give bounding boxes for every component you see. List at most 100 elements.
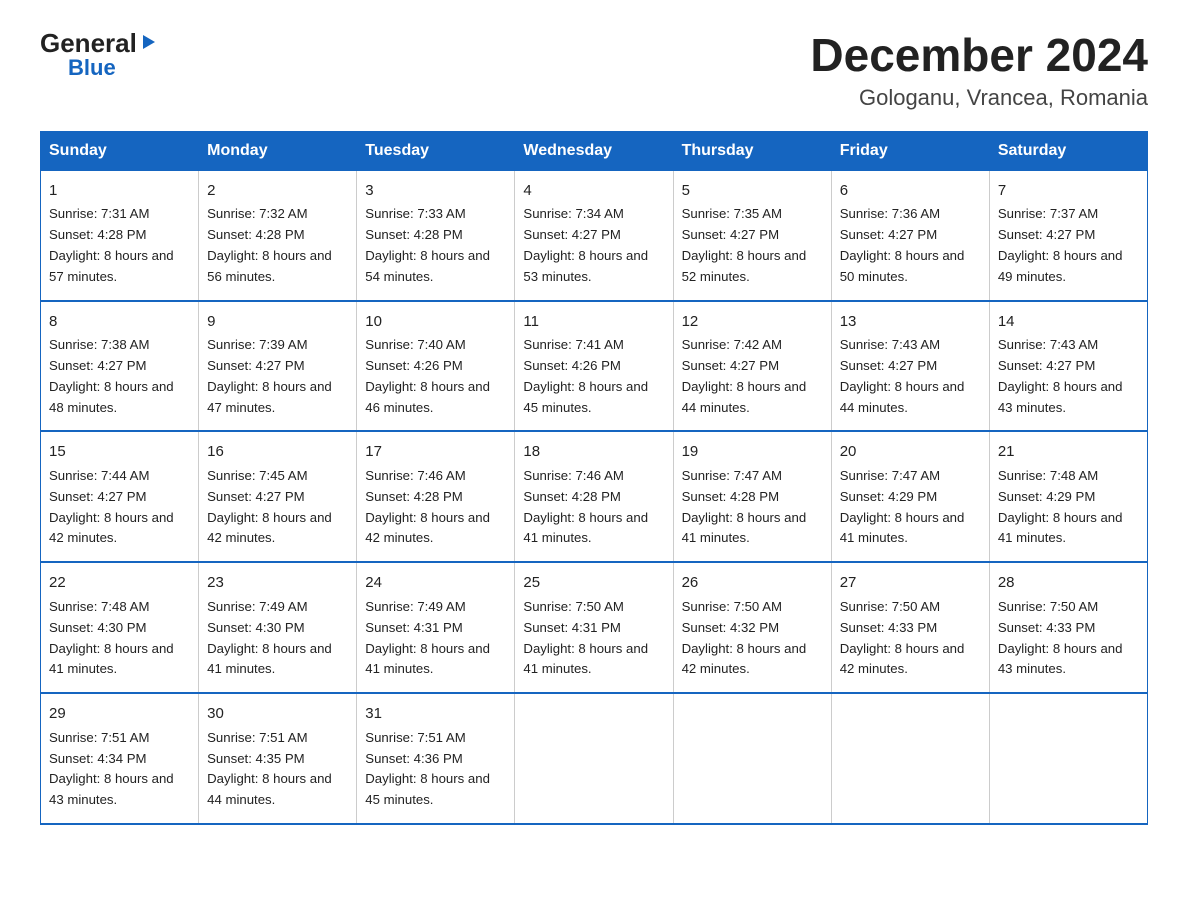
day-number: 9 xyxy=(207,310,348,333)
day-number: 29 xyxy=(49,702,190,725)
calendar-cell: 13 Sunrise: 7:43 AMSunset: 4:27 PMDayligh… xyxy=(831,301,989,432)
day-number: 30 xyxy=(207,702,348,725)
day-number: 7 xyxy=(998,179,1139,202)
calendar-cell: 30 Sunrise: 7:51 AMSunset: 4:35 PMDayligh… xyxy=(199,693,357,824)
calendar-cell xyxy=(989,693,1147,824)
day-info: Sunrise: 7:48 AMSunset: 4:30 PMDaylight:… xyxy=(49,599,174,677)
day-info: Sunrise: 7:48 AMSunset: 4:29 PMDaylight:… xyxy=(998,468,1123,546)
day-number: 23 xyxy=(207,571,348,594)
logo-blue-text: Blue xyxy=(68,56,116,80)
calendar-cell xyxy=(515,693,673,824)
calendar-body: 1 Sunrise: 7:31 AMSunset: 4:28 PMDaylight… xyxy=(41,170,1148,824)
day-info: Sunrise: 7:51 AMSunset: 4:35 PMDaylight:… xyxy=(207,730,332,808)
calendar-cell: 25Sunrise: 7:50 AMSunset: 4:31 PMDayligh… xyxy=(515,562,673,693)
calendar-cell: 5 Sunrise: 7:35 AMSunset: 4:27 PMDaylight… xyxy=(673,170,831,300)
calendar-cell: 15 Sunrise: 7:44 AMSunset: 4:27 PMDayligh… xyxy=(41,431,199,562)
calendar-cell: 29Sunrise: 7:51 AMSunset: 4:34 PMDayligh… xyxy=(41,693,199,824)
day-number: 4 xyxy=(523,179,664,202)
day-number: 17 xyxy=(365,440,506,463)
logo: General Blue xyxy=(40,30,157,80)
day-number: 6 xyxy=(840,179,981,202)
header-row: Sunday Monday Tuesday Wednesday Thursday… xyxy=(41,131,1148,170)
calendar-cell: 6Sunrise: 7:36 AMSunset: 4:27 PMDaylight… xyxy=(831,170,989,300)
day-info: Sunrise: 7:45 AMSunset: 4:27 PMDaylight:… xyxy=(207,468,332,546)
calendar-cell: 24 Sunrise: 7:49 AMSunset: 4:31 PMDayligh… xyxy=(357,562,515,693)
day-number: 26 xyxy=(682,571,823,594)
day-info: Sunrise: 7:41 AMSunset: 4:26 PMDaylight:… xyxy=(523,337,648,415)
calendar-cell: 31 Sunrise: 7:51 AMSunset: 4:36 PMDayligh… xyxy=(357,693,515,824)
day-info: Sunrise: 7:39 AMSunset: 4:27 PMDaylight:… xyxy=(207,337,332,415)
calendar-cell: 12 Sunrise: 7:42 AMSunset: 4:27 PMDayligh… xyxy=(673,301,831,432)
col-wednesday: Wednesday xyxy=(515,131,673,170)
calendar-header: Sunday Monday Tuesday Wednesday Thursday… xyxy=(41,131,1148,170)
day-number: 1 xyxy=(49,179,190,202)
day-info: Sunrise: 7:38 AMSunset: 4:27 PMDaylight:… xyxy=(49,337,174,415)
day-info: Sunrise: 7:50 AMSunset: 4:33 PMDaylight:… xyxy=(998,599,1123,677)
day-info: Sunrise: 7:32 AMSunset: 4:28 PMDaylight:… xyxy=(207,206,332,284)
day-number: 21 xyxy=(998,440,1139,463)
calendar-cell xyxy=(673,693,831,824)
day-info: Sunrise: 7:49 AMSunset: 4:31 PMDaylight:… xyxy=(365,599,490,677)
calendar-cell: 7Sunrise: 7:37 AMSunset: 4:27 PMDaylight… xyxy=(989,170,1147,300)
day-info: Sunrise: 7:43 AMSunset: 4:27 PMDaylight:… xyxy=(998,337,1123,415)
day-info: Sunrise: 7:44 AMSunset: 4:27 PMDaylight:… xyxy=(49,468,174,546)
day-number: 8 xyxy=(49,310,190,333)
day-number: 11 xyxy=(523,310,664,333)
calendar-cell: 17Sunrise: 7:46 AMSunset: 4:28 PMDayligh… xyxy=(357,431,515,562)
day-number: 22 xyxy=(49,571,190,594)
day-info: Sunrise: 7:51 AMSunset: 4:36 PMDaylight:… xyxy=(365,730,490,808)
day-info: Sunrise: 7:31 AMSunset: 4:28 PMDaylight:… xyxy=(49,206,174,284)
day-number: 10 xyxy=(365,310,506,333)
col-friday: Friday xyxy=(831,131,989,170)
day-info: Sunrise: 7:50 AMSunset: 4:31 PMDaylight:… xyxy=(523,599,648,677)
calendar-cell: 1 Sunrise: 7:31 AMSunset: 4:28 PMDaylight… xyxy=(41,170,199,300)
day-number: 16 xyxy=(207,440,348,463)
calendar-cell: 2 Sunrise: 7:32 AMSunset: 4:28 PMDaylight… xyxy=(199,170,357,300)
col-saturday: Saturday xyxy=(989,131,1147,170)
day-info: Sunrise: 7:40 AMSunset: 4:26 PMDaylight:… xyxy=(365,337,490,415)
calendar-cell: 21 Sunrise: 7:48 AMSunset: 4:29 PMDayligh… xyxy=(989,431,1147,562)
day-number: 20 xyxy=(840,440,981,463)
day-number: 24 xyxy=(365,571,506,594)
calendar-cell: 20Sunrise: 7:47 AMSunset: 4:29 PMDayligh… xyxy=(831,431,989,562)
day-info: Sunrise: 7:42 AMSunset: 4:27 PMDaylight:… xyxy=(682,337,807,415)
col-monday: Monday xyxy=(199,131,357,170)
day-info: Sunrise: 7:50 AMSunset: 4:32 PMDaylight:… xyxy=(682,599,807,677)
day-number: 3 xyxy=(365,179,506,202)
calendar-title-block: December 2024 Gologanu, Vrancea, Romania xyxy=(810,30,1148,111)
day-number: 19 xyxy=(682,440,823,463)
calendar-cell: 10 Sunrise: 7:40 AMSunset: 4:26 PMDayligh… xyxy=(357,301,515,432)
calendar-title: December 2024 xyxy=(810,30,1148,81)
logo-general-text: General xyxy=(40,30,137,56)
calendar-week-row: 15 Sunrise: 7:44 AMSunset: 4:27 PMDayligh… xyxy=(41,431,1148,562)
day-number: 14 xyxy=(998,310,1139,333)
calendar-subtitle: Gologanu, Vrancea, Romania xyxy=(810,85,1148,111)
col-tuesday: Tuesday xyxy=(357,131,515,170)
day-number: 31 xyxy=(365,702,506,725)
logo-triangle-icon xyxy=(139,33,157,56)
calendar-cell: 8 Sunrise: 7:38 AMSunset: 4:27 PMDaylight… xyxy=(41,301,199,432)
day-number: 28 xyxy=(998,571,1139,594)
col-sunday: Sunday xyxy=(41,131,199,170)
day-info: Sunrise: 7:47 AMSunset: 4:28 PMDaylight:… xyxy=(682,468,807,546)
calendar-cell: 16 Sunrise: 7:45 AMSunset: 4:27 PMDayligh… xyxy=(199,431,357,562)
day-number: 13 xyxy=(840,310,981,333)
calendar-week-row: 8 Sunrise: 7:38 AMSunset: 4:27 PMDaylight… xyxy=(41,301,1148,432)
day-info: Sunrise: 7:43 AMSunset: 4:27 PMDaylight:… xyxy=(840,337,965,415)
day-number: 2 xyxy=(207,179,348,202)
calendar-week-row: 1 Sunrise: 7:31 AMSunset: 4:28 PMDaylight… xyxy=(41,170,1148,300)
page-header: General Blue December 2024 Gologanu, Vra… xyxy=(40,30,1148,111)
day-info: Sunrise: 7:50 AMSunset: 4:33 PMDaylight:… xyxy=(840,599,965,677)
calendar-cell: 14 Sunrise: 7:43 AMSunset: 4:27 PMDayligh… xyxy=(989,301,1147,432)
day-info: Sunrise: 7:46 AMSunset: 4:28 PMDaylight:… xyxy=(523,468,648,546)
day-info: Sunrise: 7:34 AMSunset: 4:27 PMDaylight:… xyxy=(523,206,648,284)
day-number: 15 xyxy=(49,440,190,463)
day-number: 27 xyxy=(840,571,981,594)
day-info: Sunrise: 7:35 AMSunset: 4:27 PMDaylight:… xyxy=(682,206,807,284)
calendar-week-row: 29Sunrise: 7:51 AMSunset: 4:34 PMDayligh… xyxy=(41,693,1148,824)
calendar-cell: 3Sunrise: 7:33 AMSunset: 4:28 PMDaylight… xyxy=(357,170,515,300)
day-number: 5 xyxy=(682,179,823,202)
calendar-cell: 22 Sunrise: 7:48 AMSunset: 4:30 PMDayligh… xyxy=(41,562,199,693)
day-number: 12 xyxy=(682,310,823,333)
calendar-table: Sunday Monday Tuesday Wednesday Thursday… xyxy=(40,131,1148,826)
